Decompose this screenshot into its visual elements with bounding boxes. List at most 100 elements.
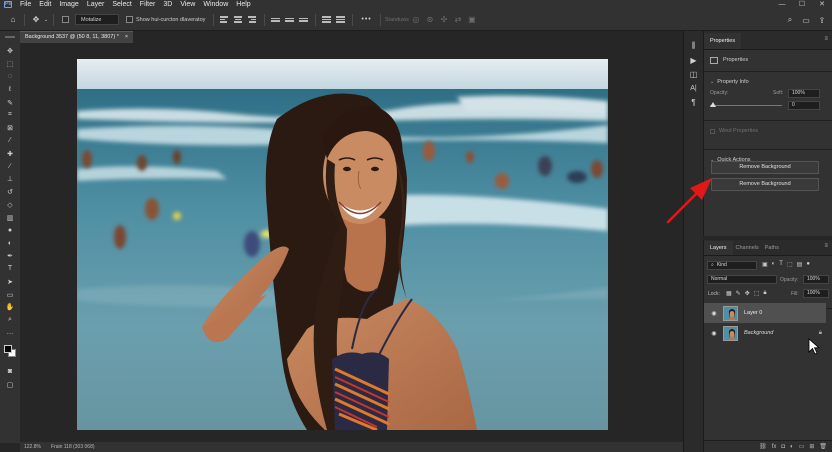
eyedropper-tool-icon[interactable]: ⁄ (2, 135, 18, 148)
property-info-header[interactable]: ⌄ Property Info (704, 76, 832, 88)
align-right-icon[interactable] (248, 15, 258, 25)
blur-tool-icon[interactable]: ● (2, 224, 18, 237)
new-layer-icon[interactable]: ⊞ (809, 443, 814, 450)
close-button[interactable]: ✕ (812, 0, 832, 9)
distribute-icon[interactable] (322, 15, 332, 25)
3d-pan-icon[interactable]: ✣ (437, 13, 451, 27)
more-tools-icon[interactable]: … (2, 327, 18, 340)
remove-background-button-2[interactable]: Remove Background (711, 178, 819, 191)
eraser-tool-icon[interactable]: ◇ (2, 199, 18, 212)
close-tab-icon[interactable]: × (125, 32, 128, 43)
tab-paths[interactable]: Paths (762, 241, 782, 255)
smart-object-filter-icon[interactable]: ▤ (797, 261, 803, 268)
lock-transparent-icon[interactable]: ▦ (726, 290, 732, 297)
remove-background-button[interactable]: Remove Background (711, 161, 819, 174)
shape-filter-icon[interactable]: ⬚ (787, 261, 793, 268)
frame-tool-icon[interactable]: ⊠ (2, 122, 18, 135)
dodge-tool-icon[interactable]: ◐ (2, 237, 18, 250)
link-icon[interactable]: ⛓︎ (759, 443, 767, 450)
menu-layer[interactable]: Layer (83, 0, 109, 9)
menu-3d[interactable]: 3D (159, 0, 176, 9)
pixel-filter-icon[interactable]: ▣ (762, 261, 768, 268)
3d-scale-icon[interactable]: ▣ (465, 13, 479, 27)
visibility-eye-icon[interactable]: ◉ (709, 308, 719, 318)
zoom-level[interactable]: 122.8% (24, 442, 41, 452)
character-icon[interactable]: A| (687, 81, 701, 95)
second-field[interactable]: 0 (788, 101, 820, 110)
paragraph-icon[interactable]: ¶ (687, 95, 701, 109)
group-icon[interactable]: ▭ (799, 443, 805, 450)
delete-icon[interactable]: 🗑︎ (819, 443, 827, 450)
marquee-tool-icon[interactable]: ◌ (2, 71, 18, 84)
toolbar-grip[interactable] (0, 31, 20, 43)
type-filter-icon[interactable]: T (779, 261, 783, 268)
layer-row-layer0[interactable]: ◉ Layer 0 (704, 303, 826, 323)
adjustment-icon[interactable]: ◐ (790, 444, 794, 450)
distribute-vertical-icon[interactable] (336, 15, 346, 25)
filter-toggle-icon[interactable]: ● (806, 261, 810, 268)
app-logo[interactable]: Ps (0, 0, 16, 9)
3d-roll-icon[interactable]: ⊛ (423, 13, 437, 27)
brush-tool-icon[interactable]: ∕ (2, 160, 18, 173)
menu-image[interactable]: Image (55, 0, 82, 9)
menu-select[interactable]: Select (108, 0, 135, 9)
fill-field[interactable]: 100% (803, 289, 829, 298)
document-tab[interactable]: Background 3537 @ (50 8, 11, 3807) * × (20, 31, 134, 43)
show-transform-checkbox[interactable] (126, 16, 133, 23)
visibility-eye-icon[interactable]: ◉ (709, 328, 719, 338)
blend-mode-dropdown[interactable]: Normal (707, 275, 777, 284)
share-icon[interactable]: ⇪ (816, 14, 828, 26)
3d-orbit-icon[interactable]: ◎ (409, 13, 423, 27)
mask-icon[interactable]: ◘ (781, 444, 785, 450)
workspace-icon[interactable]: ▭ (800, 14, 812, 26)
tab-properties[interactable]: Properties (704, 33, 742, 49)
artboard-tool-icon[interactable]: ⬚ (2, 58, 18, 71)
zoom-tool-icon[interactable]: ⌕ (2, 314, 18, 327)
layer-name[interactable]: Layer 0 (744, 310, 762, 316)
path-select-tool-icon[interactable]: ➤ (2, 275, 18, 288)
align-middle-icon[interactable] (285, 15, 295, 25)
fx-icon[interactable]: fx (772, 444, 777, 450)
rectangle-tool-icon[interactable]: ▭ (2, 288, 18, 301)
more-options-button[interactable]: ••• (361, 16, 371, 23)
gradient-tool-icon[interactable]: ▥ (2, 211, 18, 224)
tab-layers[interactable]: Layers (704, 241, 733, 255)
move-tool-icon[interactable]: ✥ (2, 45, 18, 58)
panel-menu-icon[interactable]: ≡ (824, 36, 828, 42)
chevron-down-icon[interactable]: ⌄ (43, 13, 49, 27)
auto-select-checkbox[interactable] (62, 16, 69, 23)
layers-menu-icon[interactable]: ≡ (824, 243, 828, 249)
type-tool-icon[interactable]: T (2, 263, 18, 276)
quick-mask-icon[interactable]: ◙ (2, 365, 18, 378)
minimize-button[interactable]: — (772, 0, 792, 9)
hand-tool-icon[interactable]: ✋ (2, 301, 18, 314)
opacity-field[interactable]: 100% (803, 275, 829, 284)
auto-select-dropdown[interactable]: Motalize (75, 14, 119, 25)
align-bottom-icon[interactable] (299, 15, 309, 25)
play-icon[interactable]: ▶ (687, 53, 701, 67)
adjustment-filter-icon[interactable]: ◐ (772, 261, 776, 268)
move-tool-icon[interactable]: ✥ (29, 13, 43, 27)
history-brush-tool-icon[interactable]: ↺ (2, 186, 18, 199)
menu-window[interactable]: Window (199, 0, 232, 9)
search-icon[interactable]: ⌕ (784, 14, 796, 26)
lock-artboard-icon[interactable]: ⬚ (754, 290, 760, 297)
history-icon[interactable]: ◫ (687, 67, 701, 81)
tab-channels[interactable]: Channels (733, 241, 762, 255)
opacity-slider-track[interactable] (710, 105, 782, 106)
filter-kind-dropdown[interactable]: ⌕ Kind (707, 261, 757, 270)
layer-name[interactable]: Background (744, 330, 819, 336)
canvas-image[interactable] (77, 59, 608, 430)
align-left-icon[interactable] (220, 15, 230, 25)
menu-help[interactable]: Help (232, 0, 254, 9)
align-center-icon[interactable] (234, 15, 244, 25)
menu-edit[interactable]: Edit (35, 0, 55, 9)
arrange-icon[interactable]: ⫼ (687, 39, 701, 53)
lock-all-icon[interactable]: 🔒︎ (763, 290, 766, 297)
soft-field[interactable]: 100% (788, 89, 820, 98)
opacity-slider-handle[interactable] (710, 102, 716, 107)
foreground-color[interactable] (4, 345, 12, 354)
pen-tool-icon[interactable]: ✒ (2, 250, 18, 263)
3d-slide-icon[interactable]: ⇄ (451, 13, 465, 27)
maximize-button[interactable]: ☐ (792, 0, 812, 9)
